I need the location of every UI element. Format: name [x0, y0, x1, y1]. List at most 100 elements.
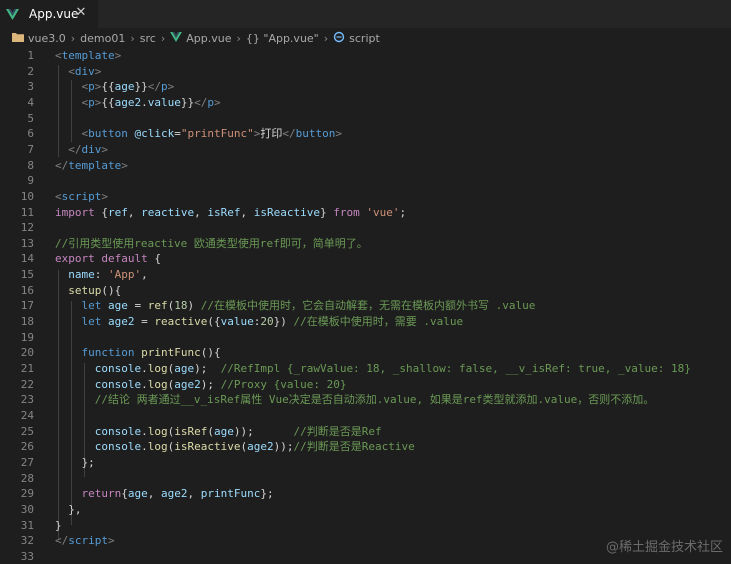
line-number: 1	[27, 49, 34, 62]
code-token: console	[94, 424, 142, 438]
code-token: (){	[200, 346, 221, 360]
code-token: div	[74, 64, 95, 78]
code-token: {	[121, 487, 128, 501]
code-text: };	[55, 455, 95, 470]
code-token: >	[214, 95, 221, 109]
code-line[interactable]: 5	[0, 111, 731, 126]
code-token: console	[94, 377, 142, 391]
script-symbol-icon	[333, 31, 345, 46]
breadcrumb-item-app-vue[interactable]: App.vue	[170, 31, 231, 45]
code-line[interactable]: 4 <p>{{age2.value}}</p>	[0, 95, 731, 110]
code-text: name: 'App',	[55, 267, 148, 282]
code-token: <	[68, 64, 75, 78]
code-token: .	[141, 440, 148, 454]
code-token: isRef	[174, 424, 208, 438]
line-number: 3	[27, 80, 34, 94]
code-token: 'vue'	[366, 205, 400, 219]
code-token: reactive	[154, 315, 208, 329]
code-token: p	[88, 80, 95, 94]
code-token: </	[55, 158, 69, 172]
code-token: ));	[273, 440, 294, 454]
code-line[interactable]: 18 let age2 = reactive({value:20}) //在模板…	[0, 314, 731, 329]
breadcrumb-item-vue3[interactable]: vue3.0	[12, 32, 66, 45]
code-token: ));	[233, 424, 294, 438]
close-icon[interactable]: ✕	[74, 6, 88, 20]
code-text: <script>	[55, 189, 108, 204]
line-number: 32	[20, 534, 34, 548]
code-token: >	[101, 189, 108, 203]
folder-icon	[12, 32, 24, 45]
code-text: export default {	[55, 251, 161, 266]
code-line[interactable]: 19	[0, 330, 731, 345]
code-line[interactable]: 13 //引用类型使用reactive 欧通类型使用ref即可，简单明了。	[0, 236, 731, 251]
code-line[interactable]: 2 <div>	[0, 64, 731, 79]
code-text: </script>	[55, 533, 115, 548]
code-token: </	[194, 95, 208, 109]
code-token: };	[260, 487, 274, 501]
tab-label: App.vue	[29, 7, 79, 21]
code-token: </	[282, 127, 296, 141]
code-line[interactable]: 27 };	[0, 455, 731, 470]
code-token: .	[141, 362, 148, 375]
code-token: return	[81, 487, 122, 501]
code-line[interactable]: 28	[0, 471, 731, 486]
code-token: @click	[134, 127, 175, 141]
breadcrumb-item-script[interactable]: script	[333, 31, 380, 46]
code-line[interactable]: 14 export default {	[0, 251, 731, 266]
code-text: console.log(age2); //Proxy {value: 20}	[55, 377, 347, 392]
code-token: ,	[194, 205, 208, 219]
code-line[interactable]: 25 console.log(isRef(age)); //判断是否是Ref	[0, 424, 731, 439]
code-line[interactable]: 3 <p>{{age}}</p>	[0, 79, 731, 94]
code-token: };	[55, 455, 95, 469]
code-token: ,	[141, 268, 148, 282]
breadcrumb-label: {} "App.vue"	[245, 31, 319, 45]
code-token: );	[194, 362, 221, 375]
line-number: 11	[20, 205, 34, 219]
code-line[interactable]: 23 //结论 两者通过__v_isRef属性 Vue决定是否自动添加.valu…	[0, 392, 731, 407]
tab-app-vue[interactable]: App.vue ✕	[0, 0, 98, 28]
code-line[interactable]: 10 <script>	[0, 189, 731, 204]
code-line[interactable]: 22 console.log(age2); //Proxy {value: 20…	[0, 377, 731, 392]
code-text: },	[55, 502, 81, 517]
line-number: 6	[27, 127, 34, 141]
code-token: 'App'	[108, 268, 142, 282]
code-editor[interactable]: 1 <template> 2 <div> 3 <p>{{age}}</p> 4 <p>{…	[0, 46, 731, 563]
code-line[interactable]: 17 let age = ref(18) //在模板中使用时，它会自动解套，无需…	[0, 298, 731, 313]
code-token: age	[174, 362, 195, 375]
code-line[interactable]: 20 function printFunc(){	[0, 345, 731, 360]
code-line[interactable]: 30 },	[0, 502, 731, 517]
code-token: default	[101, 252, 148, 266]
code-token: let	[81, 315, 102, 329]
code-line[interactable]: 12	[0, 220, 731, 235]
breadcrumb-item-app-vue-module[interactable]: {} "App.vue"	[246, 32, 319, 45]
code-line[interactable]: 9	[0, 173, 731, 188]
code-line[interactable]: 7 </div>	[0, 142, 731, 157]
code-token: ;	[399, 205, 407, 219]
breadcrumb-item-demo01[interactable]: demo01	[80, 32, 125, 45]
code-token: let	[81, 299, 102, 313]
code-line[interactable]: 16 setup(){	[0, 283, 731, 298]
code-token: }	[55, 518, 62, 532]
code-line[interactable]: 11 import {ref, reactive, isRef, isReacti…	[0, 205, 731, 220]
line-number: 33	[20, 549, 34, 563]
code-line[interactable]: 21 console.log(age); //RefImpl {_rawValu…	[0, 361, 731, 376]
breadcrumb-item-src[interactable]: src	[140, 32, 156, 45]
line-number: 4	[27, 95, 34, 109]
code-line[interactable]: 8 </template>	[0, 158, 731, 173]
code-line[interactable]: 24	[0, 408, 731, 423]
code-line[interactable]: 26 console.log(isReactive(age2));//判断是否是…	[0, 439, 731, 454]
code-line[interactable]: 31}	[0, 518, 731, 533]
code-line[interactable]: 1 <template>	[0, 48, 731, 63]
code-line[interactable]: 29 return{age, age2, printFunc};	[0, 486, 731, 501]
code-token: <	[55, 189, 62, 203]
code-line[interactable]: 15 name: 'App',	[0, 267, 731, 282]
code-token: {{	[101, 80, 115, 94]
code-line[interactable]: 6 <button @click="printFunc">打印</button>	[0, 126, 731, 141]
code-text: //结论 两者通过__v_isRef属性 Vue决定是否自动添加.value, …	[55, 392, 655, 407]
line-number: 10	[20, 189, 34, 203]
line-number: 25	[20, 424, 34, 438]
